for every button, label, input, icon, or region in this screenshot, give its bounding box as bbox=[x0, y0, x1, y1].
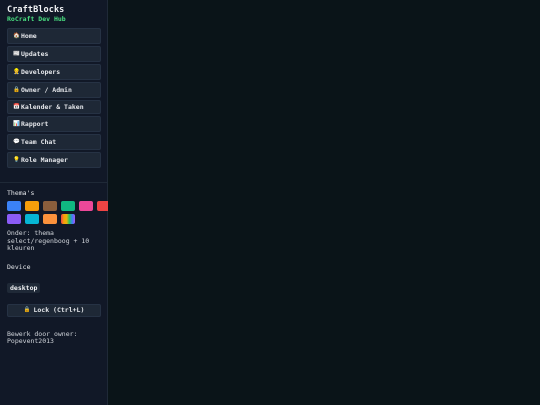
app-title: CraftBlocks bbox=[7, 5, 65, 15]
theme-swatch-7[interactable] bbox=[7, 214, 21, 224]
sidebar-item-rapport[interactable]: 📊 Rapport bbox=[7, 116, 101, 132]
theme-swatch-2[interactable] bbox=[25, 201, 39, 211]
theme-swatch-8[interactable] bbox=[25, 214, 39, 224]
calendar-icon: 📅 bbox=[13, 104, 20, 110]
sidebar-item-developers[interactable]: 👷 Developers bbox=[7, 64, 101, 80]
sidebar-item-label: Home bbox=[21, 32, 37, 40]
sidebar-item-label: Owner / Admin bbox=[21, 86, 72, 94]
lock-button[interactable]: 🔒 Lock (Ctrl+L) bbox=[7, 303, 101, 317]
sidebar-item-team-chat[interactable]: 💬 Team Chat bbox=[7, 134, 101, 150]
theme-swatches bbox=[7, 201, 111, 224]
lock-button-label: Lock (Ctrl+L) bbox=[33, 306, 85, 314]
sidebar-item-label: Kalender & Taken bbox=[21, 103, 84, 111]
sidebar-item-label: Developers bbox=[21, 68, 61, 76]
themes-label: Thema's bbox=[7, 189, 35, 197]
report-icon: 📊 bbox=[13, 121, 20, 127]
device-badge: desktop bbox=[7, 282, 41, 293]
owner-note: Bewerk door owner: Popevent2013 bbox=[7, 329, 78, 345]
sidebar-item-owner-admin[interactable]: 🔒 Owner / Admin bbox=[7, 82, 101, 98]
app-subtitle: RoCraft Dev Hub bbox=[7, 15, 66, 23]
sidebar-item-kalender[interactable]: 📅 Kalender & Taken bbox=[7, 100, 101, 114]
bulb-icon: 💡 bbox=[13, 157, 20, 163]
theme-swatch-4[interactable] bbox=[61, 201, 75, 211]
home-icon: 🏠 bbox=[13, 33, 20, 39]
sidebar-item-label: Role Manager bbox=[21, 156, 68, 164]
sidebar-item-home[interactable]: 🏠 Home bbox=[7, 28, 101, 44]
sidebar: CraftBlocks RoCraft Dev Hub 🏠 Home 📰 Upd… bbox=[0, 0, 111, 405]
theme-swatch-5[interactable] bbox=[79, 201, 93, 211]
developer-icon: 👷 bbox=[13, 69, 20, 75]
newspaper-icon: 📰 bbox=[13, 51, 20, 57]
lock-icon: 🔒 bbox=[13, 87, 20, 93]
theme-swatch-1[interactable] bbox=[7, 201, 21, 211]
main-content bbox=[108, 0, 540, 405]
sidebar-nav: 🏠 Home 📰 Updates 👷 Developers 🔒 Owner / … bbox=[7, 28, 101, 170]
theme-swatch-3[interactable] bbox=[43, 201, 57, 211]
sidebar-item-updates[interactable]: 📰 Updates bbox=[7, 46, 101, 62]
themes-note: Onder: thema select/regenboog + 10 kleur… bbox=[7, 229, 90, 252]
theme-swatch-9[interactable] bbox=[43, 214, 57, 224]
sidebar-divider bbox=[0, 182, 107, 183]
lock-icon: 🔒 bbox=[23, 307, 31, 313]
sidebar-item-label: Rapport bbox=[21, 120, 49, 128]
sidebar-item-role-manager[interactable]: 💡 Role Manager bbox=[7, 152, 101, 168]
device-label: Device bbox=[7, 262, 31, 271]
chat-icon: 💬 bbox=[13, 139, 20, 145]
theme-swatch-rainbow[interactable] bbox=[61, 214, 75, 224]
sidebar-item-label: Team Chat bbox=[21, 138, 57, 146]
sidebar-item-label: Updates bbox=[21, 50, 49, 58]
